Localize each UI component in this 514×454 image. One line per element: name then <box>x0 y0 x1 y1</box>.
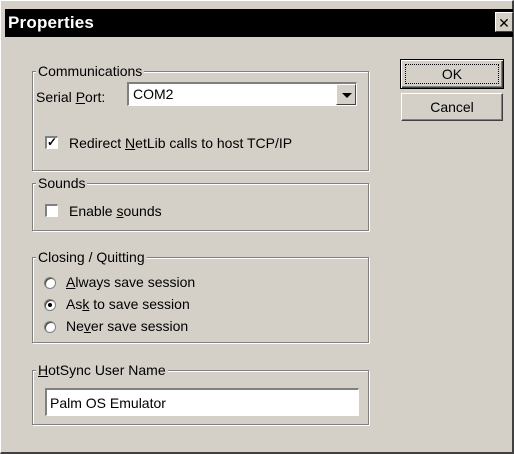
sounds-legend: Sounds <box>36 174 88 192</box>
serial-port-label-post: ort: <box>85 89 106 105</box>
sounds-group: Sounds Enable sounds <box>32 174 369 231</box>
always-save-label-post: lways save session <box>75 274 196 290</box>
checkmark-icon: ✓ <box>47 135 58 149</box>
enable-sounds-checkbox[interactable] <box>45 204 58 217</box>
hotsync-legend: HotSync User Name <box>36 361 168 379</box>
cancel-button[interactable]: Cancel <box>401 93 503 121</box>
ask-save-label-pre: As <box>66 296 83 312</box>
properties-dialog: Properties ✕ Communications Serial Port:… <box>0 0 514 454</box>
title-bar[interactable]: Properties ✕ <box>5 9 513 37</box>
ask-save-radio[interactable] <box>44 299 56 311</box>
ok-label: OK <box>441 66 463 82</box>
serial-port-select[interactable]: COM2 <box>127 82 357 106</box>
redirect-netlib-label[interactable]: Redirect NetLib calls to host TCP/IP <box>69 134 292 152</box>
redirect-label-post: etLib calls to host TCP/IP <box>135 135 293 151</box>
enable-sounds-label[interactable]: Enable sounds <box>69 202 162 220</box>
closing-quitting-group: Closing / Quitting Always save session A… <box>32 248 369 343</box>
redirect-netlib-checkbox[interactable]: ✓ <box>45 136 58 149</box>
dialog-title: Properties <box>8 13 95 32</box>
always-save-label[interactable]: Always save session <box>66 273 195 291</box>
always-save-radio[interactable] <box>44 277 56 289</box>
serial-port-label-pre: Serial <box>36 89 76 105</box>
communications-group: Communications Serial Port: COM2 ✓ Redir… <box>32 62 369 171</box>
hotsync-user-group: HotSync User Name <box>32 361 369 425</box>
enable-sounds-label-pre: Enable <box>69 203 117 219</box>
hotsync-user-name-field[interactable] <box>45 388 359 416</box>
never-save-label-accel: v <box>83 318 91 334</box>
hotsync-legend-post: otSync User Name <box>48 362 166 378</box>
close-icon[interactable]: ✕ <box>495 12 513 32</box>
never-save-label[interactable]: Never save session <box>66 317 188 335</box>
cancel-label: Cancel <box>430 99 474 115</box>
always-save-label-accel: A <box>66 274 76 290</box>
redirect-label-accel: N <box>125 135 136 151</box>
serial-port-label-accel: P <box>75 89 86 105</box>
ok-button[interactable]: OK <box>400 59 504 89</box>
communications-legend: Communications <box>36 62 145 80</box>
ask-save-label[interactable]: Ask to save session <box>66 295 190 313</box>
serial-port-label: Serial Port: <box>36 88 105 106</box>
closing-quitting-legend: Closing / Quitting <box>36 248 147 266</box>
never-save-label-post: er save session <box>90 318 189 334</box>
enable-sounds-label-post: ounds <box>123 203 162 219</box>
never-save-radio[interactable] <box>44 321 56 333</box>
chevron-down-icon[interactable] <box>336 84 356 105</box>
hotsync-legend-accel: H <box>38 362 49 378</box>
ask-save-label-post: to save session <box>89 296 190 312</box>
redirect-label-pre: Redirect <box>69 135 126 151</box>
serial-port-value: COM2 <box>133 86 174 102</box>
never-save-label-pre: Ne <box>66 318 84 334</box>
